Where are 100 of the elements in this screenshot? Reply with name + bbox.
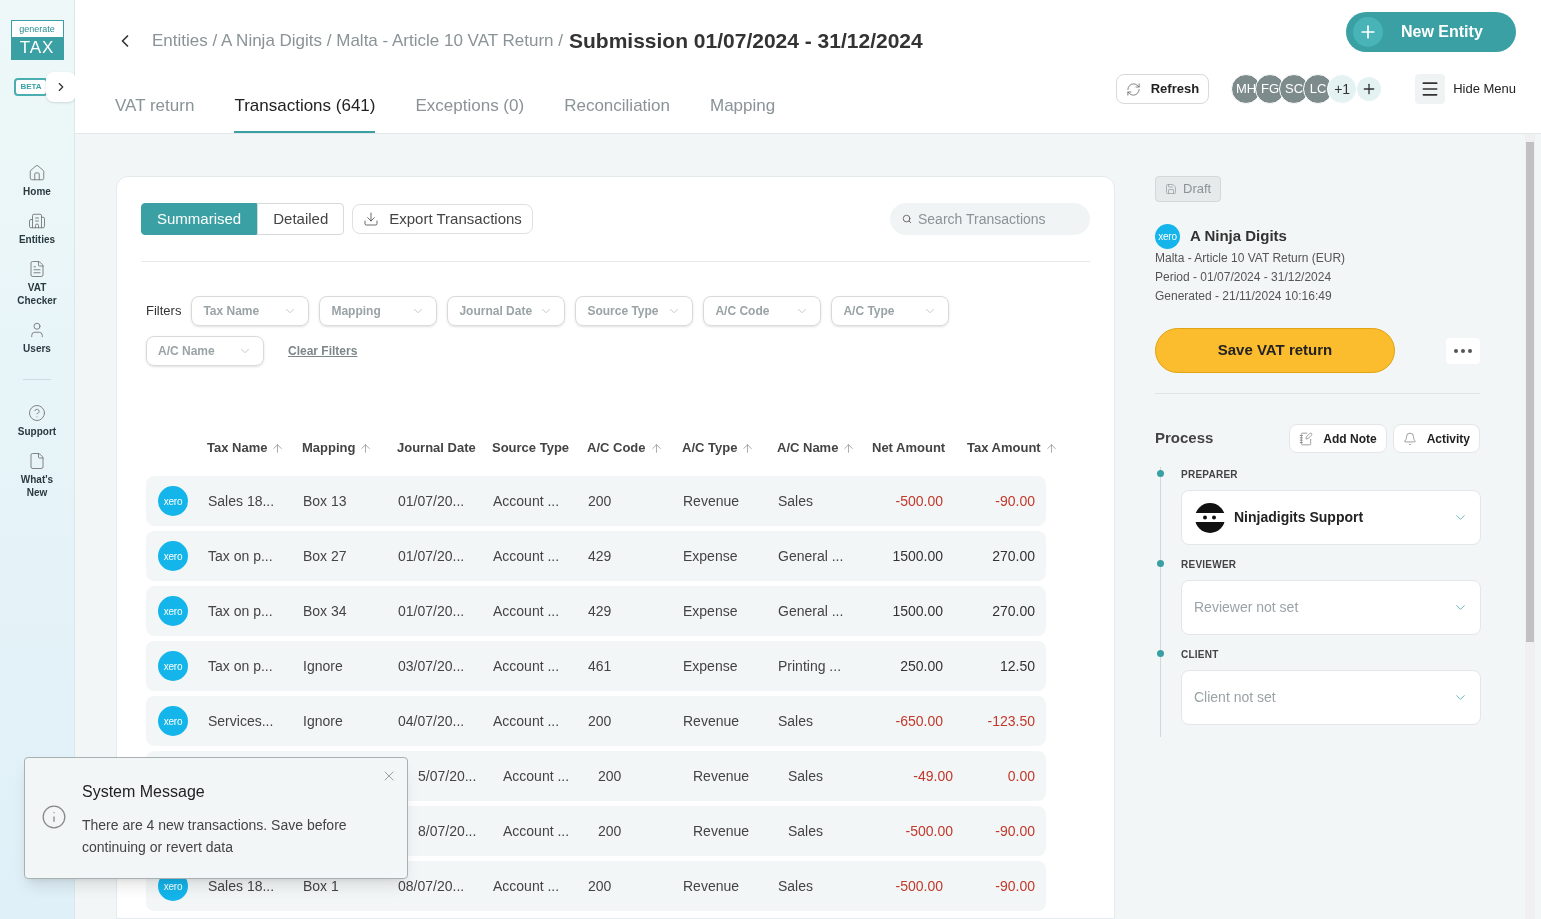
table-cell-text: Box 13 (303, 491, 348, 511)
column-header[interactable]: A/C Type (682, 438, 777, 458)
refresh-button[interactable]: Refresh (1115, 74, 1210, 104)
sort-icon (741, 441, 755, 455)
download-icon (363, 211, 380, 227)
more-users-badge[interactable]: +1 (1327, 74, 1358, 104)
table-cell-text: -500.00 (904, 821, 953, 841)
table-cell-text: Printing ... (778, 656, 843, 676)
table-cell-text: 08/07/20... (398, 876, 466, 896)
table-cell-text: Account ... (493, 491, 561, 511)
news-icon (28, 452, 46, 470)
table-cell-text: 429 (588, 601, 613, 621)
entity-detail: Malta - Article 10 VAT Return (EUR) (1155, 250, 1347, 267)
breadcrumb-path: Entities / A Ninja Digits / Malta - Article 10 VAT Return / (152, 29, 563, 52)
table-row[interactable]: xero Services... Ignore 04/07/20... Account ... 200 Revenue Sales -650.00 -123.50 (146, 696, 1046, 746)
step-label: REVIEWER (1181, 558, 1238, 572)
table-cell-text: Services... (208, 711, 275, 731)
add-user-button[interactable] (1357, 77, 1382, 101)
table-cell-text: 01/07/20... (398, 601, 466, 621)
table-cell-text: 04/07/20... (398, 711, 466, 731)
table-cell-text: 03/07/20... (398, 656, 466, 676)
add-note-button[interactable]: Add Note (1289, 424, 1387, 453)
assignee-dropdown[interactable]: Ninjadigits Support (1181, 490, 1481, 545)
table-row[interactable]: xero Tax on p... Box 34 01/07/20... Account ... 429 Expense General ... 1500.00 270.00 (146, 586, 1046, 636)
tab[interactable]: Transactions (641) (234, 81, 376, 133)
table-cell-text: 8/07/20... (417, 821, 478, 841)
table-cell-text: Sales (778, 711, 815, 731)
table-cell-text: -90.00 (994, 491, 1035, 511)
table-cell-text: 461 (588, 656, 613, 676)
table-cell-text: Sales (788, 821, 825, 841)
table-cell-text: Expense (683, 656, 739, 676)
nav-item[interactable]: VAT Checker (2, 260, 72, 307)
column-header[interactable]: Source Type (492, 438, 587, 458)
column-header[interactable]: Net Amount (872, 438, 967, 458)
table-cell-text: 200 (588, 876, 613, 896)
note-icon (1299, 431, 1314, 446)
bell-icon (1402, 431, 1417, 446)
table-cell-text: Box 34 (303, 601, 348, 621)
table-cell-text: Sales (778, 491, 815, 511)
table-cell-text: Revenue (693, 821, 751, 841)
hamburger-menu-button[interactable] (1415, 74, 1446, 104)
entity-detail: Generated - 21/11/2024 10:16:49 (1155, 288, 1333, 305)
nav-item[interactable]: Support (2, 404, 72, 438)
entity-detail: Period - 01/07/2024 - 31/12/2024 (1155, 269, 1333, 286)
table-row[interactable]: xero Tax on p... Box 27 01/07/20... Account ... 429 Expense General ... 1500.00 270.00 (146, 531, 1046, 581)
logo-top-text: generate (19, 23, 55, 36)
table-cell-text: 270.00 (991, 601, 1035, 621)
column-header[interactable]: A/C Code (587, 438, 682, 458)
step-label: CLIENT (1181, 648, 1220, 662)
table-cell-text: 250.00 (899, 656, 943, 676)
table-cell-text: Revenue (683, 876, 741, 896)
table-cell-text: -123.50 (986, 711, 1035, 731)
table-cell-text: -90.00 (994, 876, 1035, 896)
table-cell-text: Revenue (683, 711, 741, 731)
view-toggle-option[interactable]: Detailed (257, 203, 345, 235)
table-cell-text: Box 1 (303, 876, 340, 896)
nav-item[interactable]: Home (2, 164, 72, 198)
table-cell-text: 200 (598, 821, 623, 841)
table-cell-text: 1500.00 (891, 601, 943, 621)
column-header[interactable]: Tax Amount (967, 438, 1062, 458)
table-cell-text: Expense (683, 601, 739, 621)
entity-name: A Ninja Digits (1190, 226, 1287, 247)
xero-logo: xero (158, 486, 188, 516)
table-cell-text: Revenue (693, 766, 751, 786)
table-cell-text: General ... (778, 601, 845, 621)
activity-button[interactable]: Activity (1392, 424, 1480, 453)
table-cell-text: Account ... (503, 821, 571, 841)
export-transactions-button[interactable]: Export Transactions (352, 204, 533, 234)
logo-main-text: TAX (11, 37, 63, 59)
column-header[interactable]: Tax Name (207, 438, 302, 458)
search-input[interactable]: Search Transactions (918, 208, 1078, 230)
clear-filters-link[interactable]: Clear Filters (288, 342, 358, 360)
hide-menu-label: Hide Menu (1453, 80, 1516, 99)
sort-icon (842, 441, 856, 455)
home-icon (28, 164, 46, 182)
column-header[interactable]: Mapping (302, 438, 397, 458)
nav-item[interactable]: Users (2, 321, 72, 355)
search-field[interactable]: Search Transactions (890, 203, 1090, 235)
sort-icon (359, 441, 373, 455)
table-cell-text: Account ... (503, 766, 571, 786)
page-title: Submission 01/07/2024 - 31/12/2024 (569, 27, 923, 54)
table-cell-text: 01/07/20... (398, 546, 466, 566)
column-header[interactable]: A/C Name (777, 438, 872, 458)
table-cell-text: Sales (778, 876, 815, 896)
nav-item[interactable]: What's New (2, 452, 72, 499)
table-cell-text: -500.00 (894, 876, 943, 896)
nav-item[interactable]: Entities (2, 212, 72, 246)
save-vat-return-button[interactable]: Save VAT return (1155, 328, 1395, 373)
more-icon (1454, 348, 1472, 353)
table-row[interactable]: xero Sales 18... Box 13 01/07/20... Account ... 200 Revenue Sales -500.00 -90.00 (146, 476, 1046, 526)
scrollbar[interactable] (1525, 134, 1535, 919)
more-options-button[interactable] (1446, 337, 1480, 364)
table-cell-text: Expense (683, 546, 739, 566)
search-icon (902, 212, 912, 226)
column-header[interactable]: Journal Date (397, 438, 492, 458)
table-cell-text: -49.00 (912, 766, 953, 786)
table-cell-text: 01/07/20... (398, 491, 466, 511)
table-row[interactable]: xero Sales 18... Box 1 08/07/20... Account ... 200 Revenue Sales -500.00 -90.00 (146, 861, 1046, 911)
table-row[interactable]: xero Tax on p... Ignore 03/07/20... Account ... 461 Expense Printing ... 250.00 12.50 (146, 641, 1046, 691)
table-cell-text: 0.00 (1006, 766, 1035, 786)
